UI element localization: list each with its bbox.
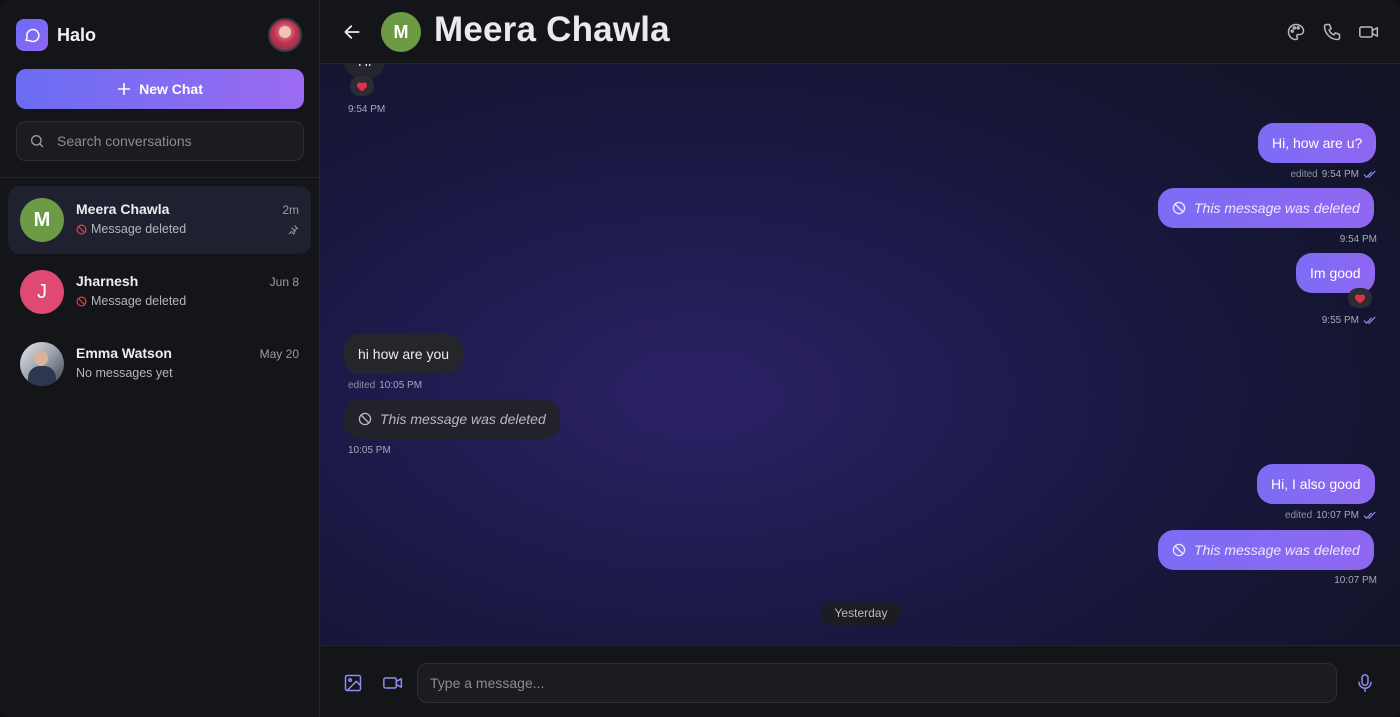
avatar: J [20,270,64,314]
message-meta: 9:54 PM [348,104,385,115]
double-check-icon [1363,511,1376,519]
phone-icon[interactable] [1322,22,1342,42]
search-icon [31,135,44,148]
back-arrow-icon[interactable] [342,22,362,42]
deleted-icon [76,296,87,306]
app-window: Halo New Chat M Meera Chawla 2m Message … [0,0,1400,717]
conversation-body: Meera Chawla 2m Message deleted [76,198,311,242]
conversation-preview: Message deleted [76,294,186,308]
conversation-preview-text: Message deleted [91,222,187,236]
message-time: 9:54 PM [348,104,386,115]
palette-icon[interactable] [1286,22,1306,42]
message-input[interactable] [417,663,1337,703]
edited-label: edited [1290,169,1318,180]
message-meta: edited 9:54 PM [1291,169,1378,180]
chat-panel: M Meera Chawla Hi 9:54 PM Hi, how are u?… [320,0,1400,717]
message-bubble-incoming[interactable]: hi how are you [344,334,464,374]
message-bubble-outgoing[interactable]: Hi, how are u? [1258,123,1377,163]
chat-header: M Meera Chawla [320,0,1400,64]
message-meta: edited 10:07 PM [1285,510,1377,521]
message-text: Hi, I also good [1271,476,1361,492]
message-bubble-outgoing-deleted[interactable]: This message was deleted [1158,530,1374,570]
message-time: 9:54 PM [1321,169,1359,180]
message-text: Hi [358,64,371,69]
search-input[interactable] [57,133,287,149]
chat-bubble-icon [16,19,48,51]
message-text: Im good [1310,265,1361,281]
message-time: 10:05 PM [379,380,423,391]
conversation-time: 2m [282,203,299,217]
brand: Halo [16,19,96,51]
contact-avatar[interactable]: M [381,12,421,52]
message-meta: edited 10:05 PM [348,380,422,391]
deleted-icon [1172,543,1186,557]
deleted-icon [358,412,372,426]
message-text: This message was deleted [380,411,546,427]
message-text: Hi, how are u? [1272,135,1363,151]
pin-icon[interactable] [287,224,299,236]
message-time: 9:55 PM [1321,315,1359,326]
app-name: Halo [57,24,97,45]
message-text: hi how are you [358,346,450,362]
avatar [20,342,64,386]
conversation-preview-text: Message deleted [91,294,187,308]
message-time: 10:05 PM [348,445,391,456]
message-bubble-outgoing[interactable]: Hi, I also good [1257,464,1375,504]
message-text: This message was deleted [1194,542,1360,558]
message-bubble-outgoing[interactable]: Im good [1296,253,1375,293]
message-time: 10:07 PM [1316,510,1359,521]
conversation-name: Emma Watson [76,345,172,361]
edited-label: edited [348,380,376,391]
video-attach-icon[interactable] [382,673,404,693]
double-check-icon [1363,316,1376,324]
message-meta: 10:07 PM [1334,575,1377,586]
search-box[interactable] [16,121,304,161]
conversation-preview: No messages yet [76,366,173,380]
message-composer [320,645,1400,717]
image-attach-icon[interactable] [343,673,363,693]
message-time: 9:54 PM [1339,234,1377,245]
conversation-time: Jun 8 [269,275,299,289]
conversation-body: Emma Watson May 20 No messages yet [76,342,311,386]
conversation-time: May 20 [259,347,299,361]
message-bubble-incoming-deleted[interactable]: This message was deleted [344,399,560,439]
new-chat-button[interactable]: New Chat [16,69,304,109]
contact-name: Meera Chawla [434,10,670,49]
message-time: 10:07 PM [1334,575,1377,586]
plus-icon [118,83,131,95]
conversation-item-meera-chawla[interactable]: M Meera Chawla 2m Message deleted [8,186,311,254]
date-divider: Yesterday [821,601,901,625]
conversation-name: Jharnesh [76,273,139,289]
sidebar-divider [0,177,320,178]
conversation-item-jharnesh[interactable]: J Jharnesh Jun 8 Message deleted [8,258,311,326]
sidebar: Halo New Chat M Meera Chawla 2m Message … [0,0,320,717]
message-bubble-outgoing-deleted[interactable]: This message was deleted [1158,188,1374,228]
conversation-preview-text: No messages yet [76,366,173,380]
user-avatar[interactable] [268,18,302,52]
double-check-icon [1363,170,1376,178]
message-meta: 9:55 PM [1322,315,1377,326]
message-meta: 10:05 PM [348,445,391,456]
heart-icon [357,82,367,91]
video-call-icon[interactable] [1358,22,1380,42]
conversation-preview: Message deleted [76,222,186,236]
deleted-icon [76,224,87,234]
heart-icon [1355,294,1365,303]
conversation-name: Meera Chawla [76,201,170,217]
microphone-icon[interactable] [1356,673,1374,693]
conversation-body: Jharnesh Jun 8 Message deleted [76,270,311,314]
edited-label: edited [1284,510,1313,521]
message-text: This message was deleted [1194,200,1360,216]
reaction-badge[interactable] [350,76,374,96]
message-list: Hi 9:54 PM Hi, how are u? edited 9:54 PM… [320,64,1400,645]
conversation-item-emma-watson[interactable]: Emma Watson May 20 No messages yet [8,330,311,398]
new-chat-label: New Chat [139,81,203,97]
avatar: M [20,198,64,242]
message-meta: 9:54 PM [1340,234,1377,245]
reaction-badge[interactable] [1348,288,1372,308]
deleted-icon [1172,201,1186,215]
